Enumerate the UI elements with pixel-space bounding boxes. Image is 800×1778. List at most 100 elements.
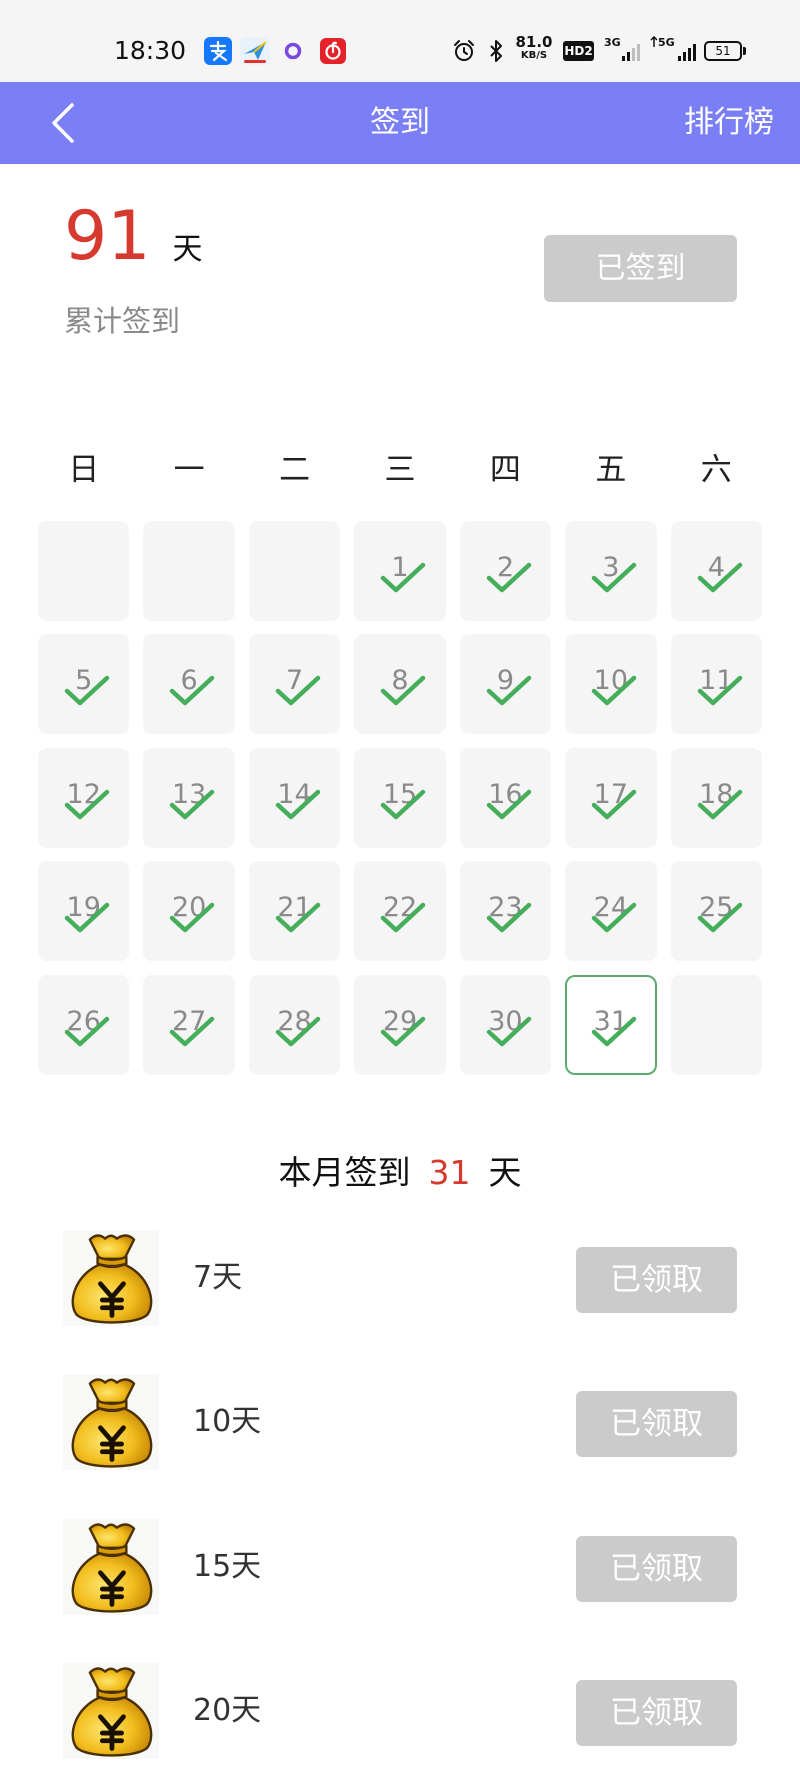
month-signin-count: 31 bbox=[428, 1153, 471, 1192]
money-bag-icon bbox=[63, 1374, 159, 1471]
reward-days-label: 20天 bbox=[193, 1692, 262, 1728]
check-icon bbox=[380, 674, 426, 706]
weekday-label: 一 bbox=[173, 452, 205, 488]
calendar-day: 2 bbox=[459, 521, 552, 621]
check-icon bbox=[64, 788, 110, 820]
back-button[interactable] bbox=[44, 100, 84, 146]
calendar-day: 29 bbox=[354, 974, 446, 1075]
calendar-day: 19 bbox=[38, 861, 130, 962]
check-icon bbox=[275, 788, 321, 820]
total-days-count: 91 bbox=[64, 197, 151, 276]
calendar-day: 16 bbox=[459, 747, 552, 848]
month-summary-suffix: 天 bbox=[488, 1153, 522, 1192]
alipay-icon bbox=[204, 37, 232, 65]
check-icon bbox=[591, 674, 637, 706]
money-bag-icon bbox=[63, 1518, 159, 1615]
check-icon bbox=[591, 561, 637, 593]
check-icon bbox=[380, 561, 426, 593]
sim1-network-label: 3G bbox=[604, 36, 621, 49]
check-icon bbox=[275, 674, 321, 706]
check-icon bbox=[275, 1015, 321, 1047]
calendar-day: 10 bbox=[565, 634, 657, 735]
weekday-label: 五 bbox=[595, 452, 627, 488]
calendar-day: 3 bbox=[565, 521, 657, 621]
check-icon bbox=[64, 1015, 110, 1047]
signed-in-button[interactable]: 已签到 bbox=[544, 235, 737, 302]
calendar-day: 17 bbox=[565, 747, 657, 848]
network-speed-value: 81.0 bbox=[515, 33, 553, 51]
check-icon bbox=[486, 1015, 532, 1047]
calendar-day: 7 bbox=[248, 634, 341, 735]
total-signin-label: 累计签到 bbox=[64, 304, 181, 338]
calendar-day: 24 bbox=[565, 861, 657, 962]
app-header: 签到 排行榜 bbox=[0, 82, 800, 164]
calendar-day: 4 bbox=[670, 521, 762, 621]
sim2-network-label: 5G bbox=[658, 36, 675, 49]
calendar-day: 23 bbox=[459, 861, 552, 962]
leaderboard-button[interactable]: 排行榜 bbox=[684, 82, 774, 164]
calendar-day: 6 bbox=[143, 634, 235, 735]
calendar-day: 26 bbox=[38, 974, 130, 1075]
reward-days-label: 10天 bbox=[193, 1404, 262, 1440]
calendar-day: 8 bbox=[354, 634, 446, 735]
reward-item: 15天 已领取 bbox=[63, 1518, 737, 1615]
calendar-day: 11 bbox=[670, 634, 762, 735]
check-icon bbox=[697, 561, 743, 593]
reward-list: 7天 已领取 10天 已领取 15天 已领取 20天 已领取 bbox=[63, 1230, 737, 1759]
calendar-day: 13 bbox=[143, 747, 235, 848]
calendar-empty-cell bbox=[670, 974, 762, 1075]
data-arrows-icon bbox=[650, 36, 658, 48]
calendar-day: 15 bbox=[354, 747, 446, 848]
check-icon bbox=[380, 788, 426, 820]
check-icon bbox=[486, 788, 532, 820]
check-icon bbox=[697, 788, 743, 820]
check-icon bbox=[486, 901, 532, 933]
calendar-day: 30 bbox=[459, 974, 552, 1075]
calendar-day: 28 bbox=[248, 974, 341, 1075]
calendar-day: 12 bbox=[38, 747, 130, 848]
calendar-day: 20 bbox=[143, 861, 235, 962]
calendar-day: 5 bbox=[38, 634, 130, 735]
reward-days-label: 7天 bbox=[193, 1260, 243, 1295]
check-icon bbox=[591, 1015, 637, 1047]
network-speed: 81.0 KB/S bbox=[513, 34, 555, 62]
check-icon bbox=[380, 1015, 426, 1047]
month-summary-prefix: 本月签到 bbox=[278, 1153, 411, 1192]
check-icon bbox=[169, 674, 215, 706]
weekday-label: 四 bbox=[489, 452, 521, 488]
check-icon bbox=[486, 561, 532, 593]
battery-icon: 51 bbox=[704, 41, 742, 61]
battery-nub bbox=[743, 47, 746, 55]
network-speed-unit: KB/S bbox=[520, 50, 548, 61]
calendar-day-today: 31 bbox=[565, 974, 657, 1075]
reward-claimed-button[interactable]: 已领取 bbox=[576, 1391, 737, 1458]
check-icon bbox=[169, 788, 215, 820]
check-icon bbox=[591, 788, 637, 820]
weekday-label: 三 bbox=[384, 452, 416, 488]
check-icon bbox=[275, 901, 321, 933]
calendar-empty-cell bbox=[38, 521, 130, 621]
check-icon bbox=[380, 901, 426, 933]
check-icon bbox=[169, 901, 215, 933]
reward-claimed-button[interactable]: 已领取 bbox=[576, 1247, 737, 1313]
calendar-day: 1 bbox=[354, 521, 446, 621]
alarm-icon bbox=[452, 39, 476, 63]
total-signin-days: 91 天 bbox=[64, 203, 203, 271]
battery-level: 51 bbox=[715, 44, 731, 58]
weekday-label: 六 bbox=[700, 452, 732, 488]
status-bar: 18:30 81.0 KB/S HD2 3G 5G 51 bbox=[0, 0, 800, 82]
reward-claimed-button[interactable]: 已领取 bbox=[576, 1679, 737, 1746]
check-icon bbox=[486, 674, 532, 706]
reward-claimed-button[interactable]: 已领取 bbox=[576, 1535, 737, 1602]
hd-badge: HD2 bbox=[563, 41, 594, 61]
status-time: 18:30 bbox=[114, 36, 187, 65]
total-days-unit: 天 bbox=[172, 232, 203, 267]
check-icon bbox=[697, 674, 743, 706]
calendar-day: 22 bbox=[354, 861, 446, 962]
page-title: 签到 bbox=[370, 105, 430, 140]
month-signin-summary: 本月签到 31 天 bbox=[0, 1152, 800, 1194]
netease-music-icon bbox=[320, 38, 346, 64]
reward-days-label: 15天 bbox=[193, 1548, 262, 1584]
calendar-day: 21 bbox=[248, 861, 341, 962]
weekday-label: 日 bbox=[68, 452, 100, 488]
